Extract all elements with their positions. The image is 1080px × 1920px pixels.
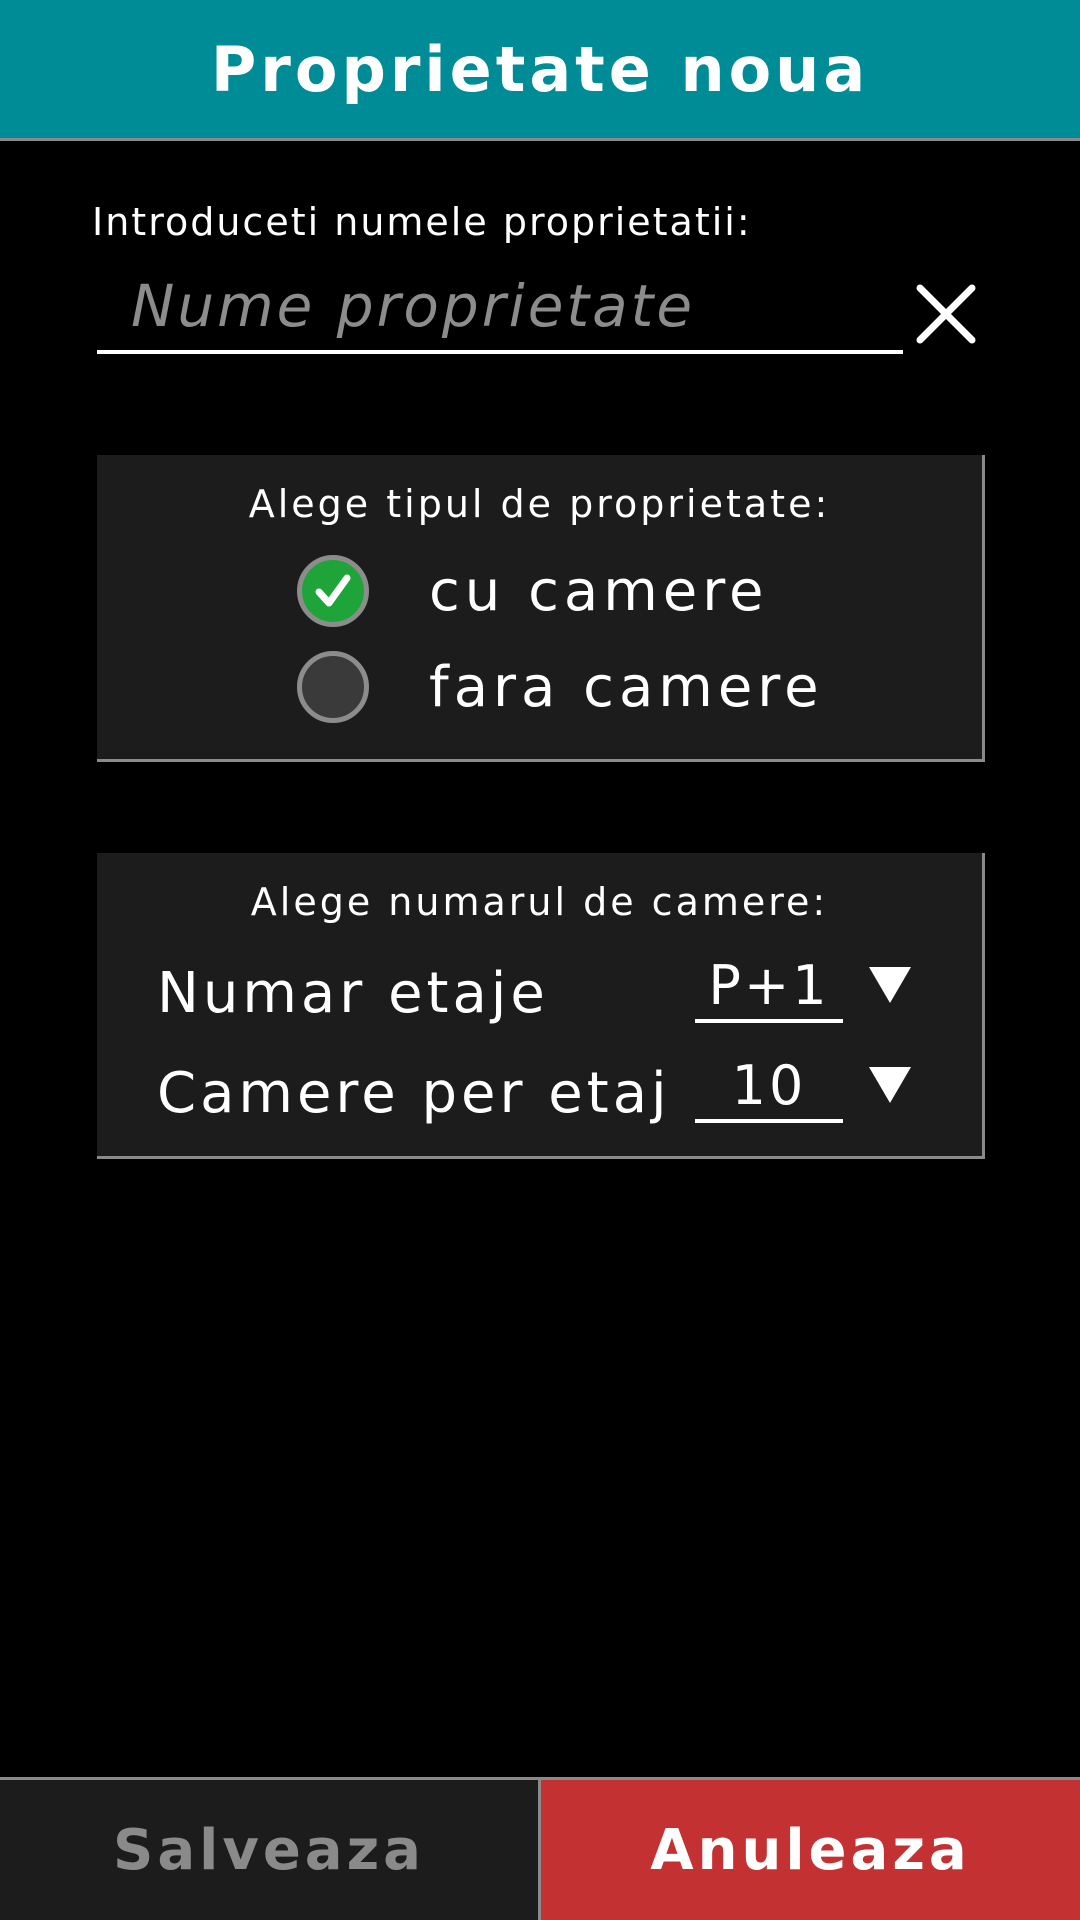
cancel-button[interactable]: Anuleaza <box>541 1780 1080 1920</box>
floors-select[interactable]: P+1 <box>695 953 843 1023</box>
action-bar: Salveaza Anuleaza <box>0 1777 1080 1920</box>
property-name-label: Introduceti numele proprietatii: <box>92 200 752 244</box>
new-property-screen: Proprietate noua Introduceti numele prop… <box>0 0 1080 1920</box>
room-count-panel: Alege numarul de camere: Numar etaje P+1… <box>97 853 985 1159</box>
radio-label-cu-camere: cu camere <box>429 558 769 624</box>
radio-unchecked-icon[interactable] <box>297 651 369 723</box>
property-name-input[interactable] <box>97 262 903 354</box>
property-type-panel: Alege tipul de proprietate: cu camere fa… <box>97 455 985 762</box>
triangle-down-icon[interactable] <box>867 963 913 1009</box>
rooms-per-floor-label: Camere per etaj <box>157 1061 671 1126</box>
property-type-title: Alege tipul de proprietate: <box>248 482 831 526</box>
rooms-per-floor-select[interactable]: 10 <box>695 1053 843 1123</box>
save-button[interactable]: Salveaza <box>0 1780 541 1920</box>
radio-option-cu-camere[interactable]: cu camere <box>297 555 768 627</box>
floors-row: Numar etaje P+1 <box>157 953 927 1033</box>
room-count-title: Alege numarul de camere: <box>250 880 829 924</box>
radio-option-fara-camere[interactable]: fara camere <box>297 651 824 723</box>
checkmark-icon <box>315 574 351 607</box>
page-title: Proprietate noua <box>210 32 870 106</box>
close-icon[interactable] <box>912 280 980 348</box>
radio-checked-icon[interactable] <box>297 555 369 627</box>
radio-label-fara-camere: fara camere <box>429 654 824 720</box>
rooms-per-floor-row: Camere per etaj 10 <box>157 1053 927 1133</box>
header-bar: Proprietate noua <box>0 0 1080 141</box>
triangle-down-icon[interactable] <box>867 1063 913 1109</box>
floors-label: Numar etaje <box>157 961 549 1026</box>
